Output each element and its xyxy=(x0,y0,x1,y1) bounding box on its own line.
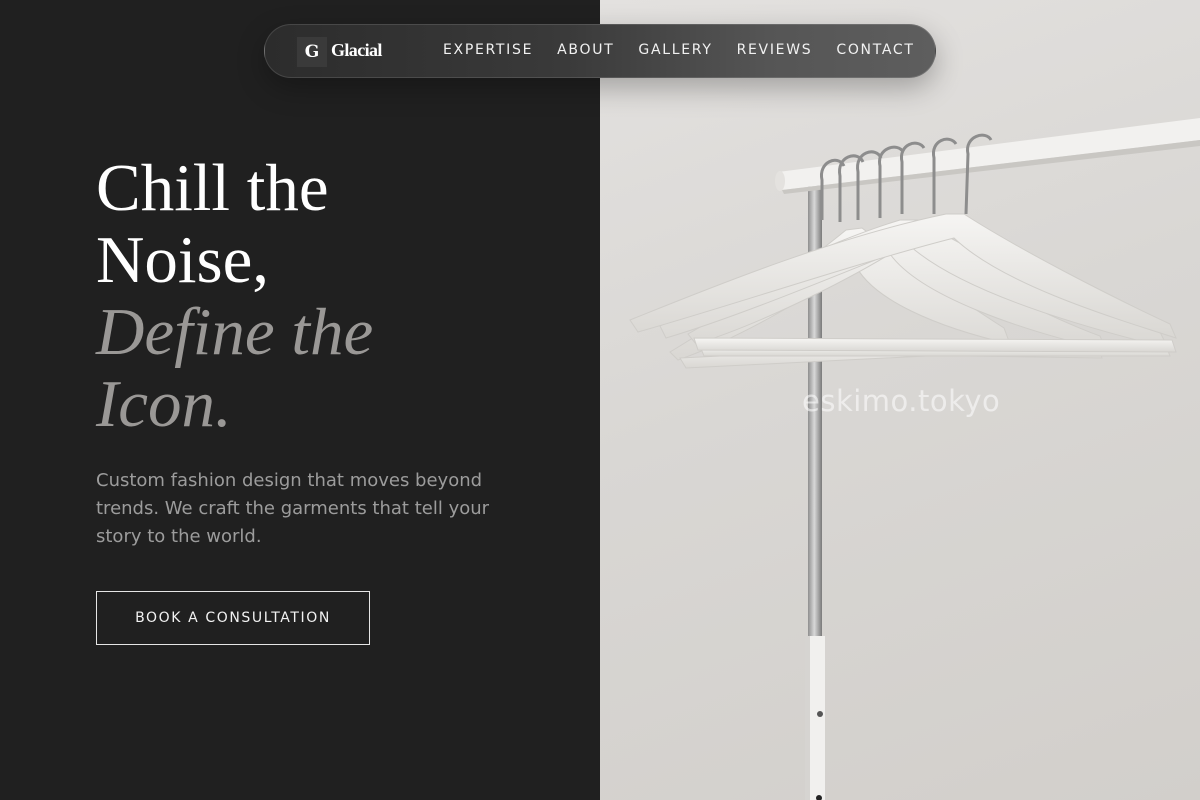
hero-title-line: Noise, xyxy=(96,223,270,297)
hero-title-line: Chill the xyxy=(96,151,329,225)
nav-link-expertise[interactable]: EXPERTISE xyxy=(443,42,533,58)
nav-link-reviews[interactable]: REVIEWS xyxy=(737,42,813,58)
logo-icon[interactable]: G xyxy=(297,37,327,67)
hero-image: eskimo.tokyo xyxy=(600,0,1200,800)
nav-link-contact[interactable]: CONTACT xyxy=(836,42,914,58)
nav-link-gallery[interactable]: GALLERY xyxy=(638,42,712,58)
top-navbar: G Glacial EXPERTISE ABOUT GALLERY REVIEW… xyxy=(264,24,936,78)
nav-link-about[interactable]: ABOUT xyxy=(557,42,614,58)
book-consultation-button[interactable]: BOOK A CONSULTATION xyxy=(96,591,370,645)
hero-panel: Chill the Noise, Define the Icon. Custom… xyxy=(0,0,600,800)
watermark-text: eskimo.tokyo xyxy=(802,384,1001,418)
hero-title-accent-line: Icon. xyxy=(96,367,232,441)
nav-links: EXPERTISE ABOUT GALLERY REVIEWS CONTACT xyxy=(443,42,915,58)
hero-title-accent-line: Define the xyxy=(96,295,374,369)
hero-description: Custom fashion design that moves beyond … xyxy=(96,470,490,547)
brand-name[interactable]: Glacial xyxy=(331,40,382,61)
landing-page: Chill the Noise, Define the Icon. Custom… xyxy=(0,0,1200,800)
hero-title: Chill the Noise, Define the Icon. xyxy=(96,152,576,440)
